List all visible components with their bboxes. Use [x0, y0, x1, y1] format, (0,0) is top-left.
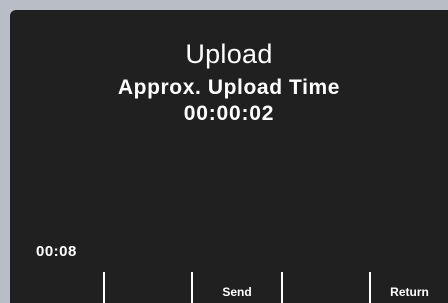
page-title: Upload	[185, 39, 273, 69]
softkey-1[interactable]	[10, 272, 103, 303]
display-screen: Upload Approx. Upload Time 00:00:02 00:0…	[10, 10, 448, 303]
send-button-label: Send	[222, 285, 252, 299]
softkey-2[interactable]	[105, 272, 191, 303]
return-button[interactable]: Return	[371, 272, 448, 303]
return-button-label: Return	[390, 285, 429, 299]
elapsed-clock: 00:08	[36, 243, 77, 260]
upload-time-value: 00:00:02	[183, 102, 275, 125]
softkey-4[interactable]	[283, 272, 369, 303]
softkey-bar: Send Return	[10, 272, 448, 303]
device-frame: Upload Approx. Upload Time 00:00:02 00:0…	[0, 0, 448, 303]
upload-time-label: Approx. Upload Time	[117, 76, 341, 99]
send-button[interactable]: Send	[193, 272, 281, 303]
